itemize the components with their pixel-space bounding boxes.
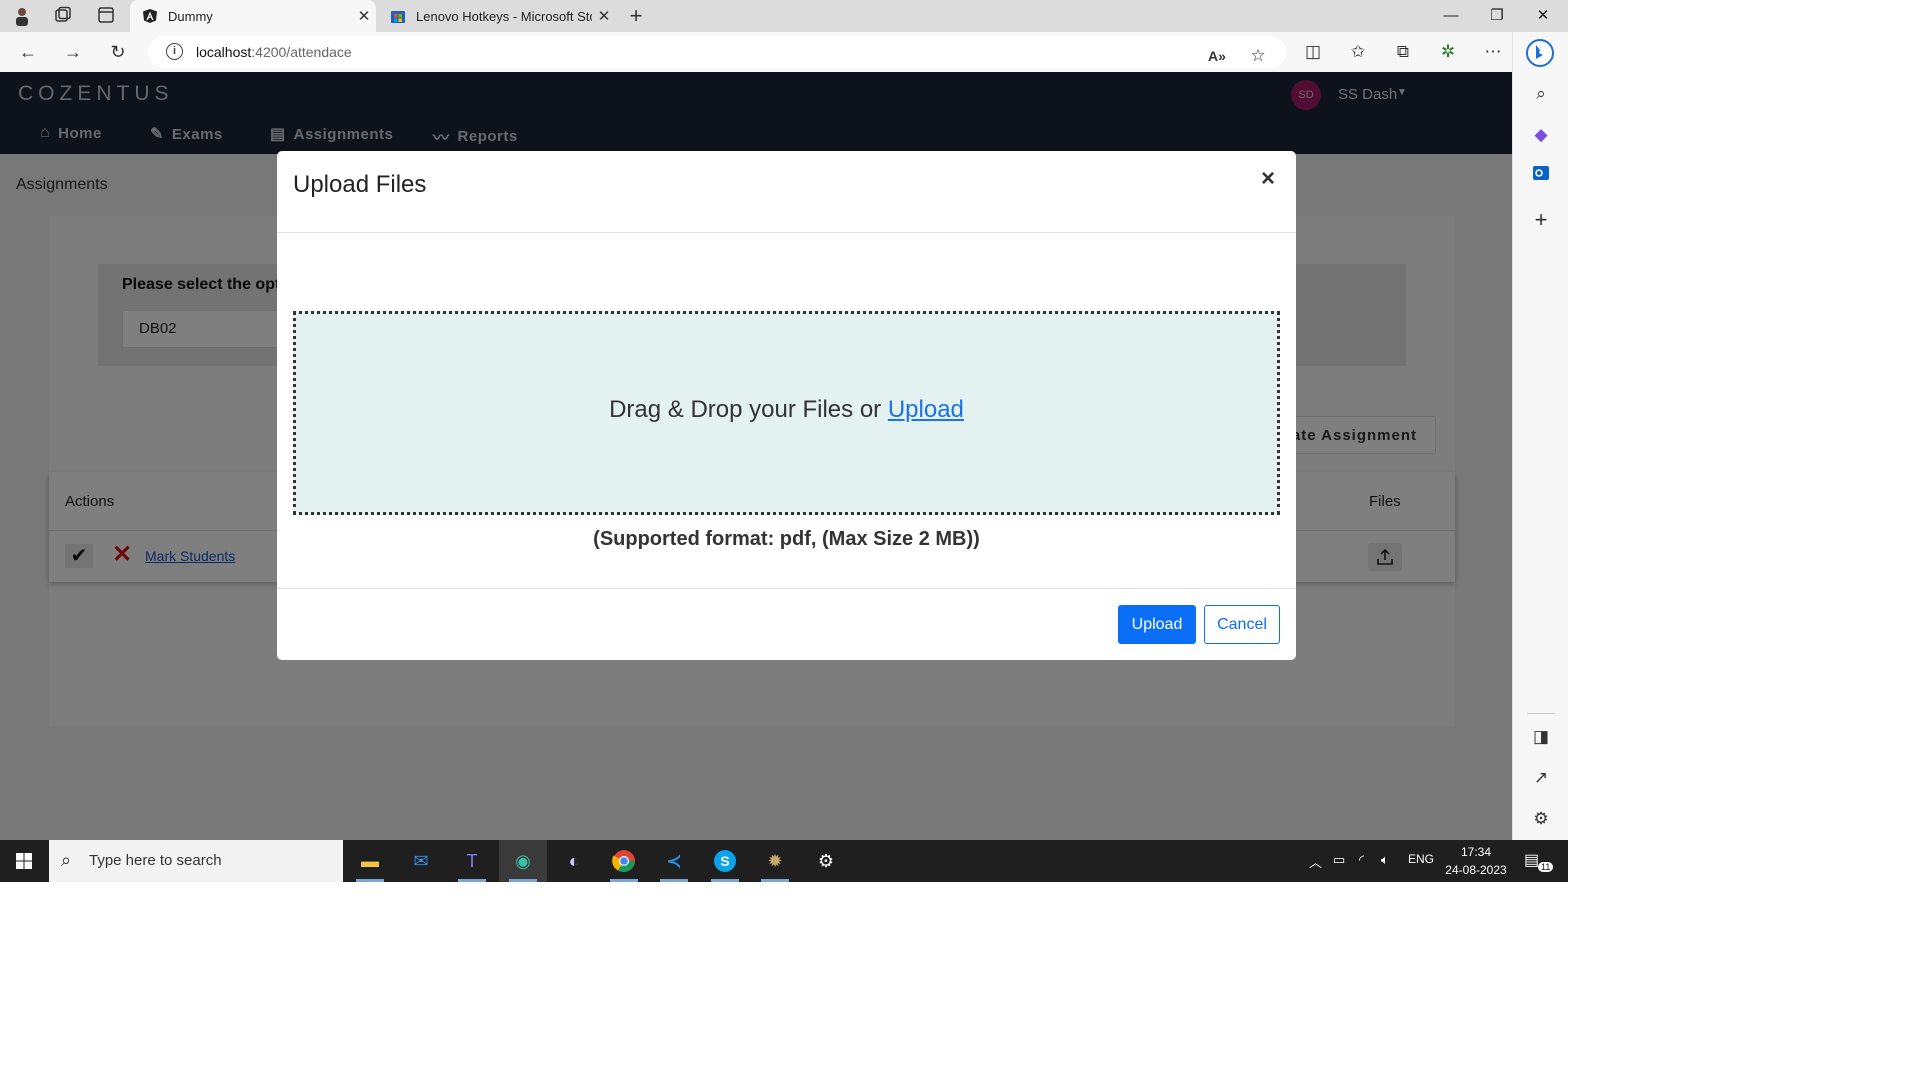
store-icon — [390, 8, 406, 24]
angular-icon — [142, 8, 158, 24]
svg-text:S: S — [720, 853, 729, 869]
dropzone-text: Drag & Drop your Files or Upload — [609, 396, 964, 423]
close-window-icon[interactable]: ✕ — [1520, 0, 1566, 32]
tab-title: Lenovo Hotkeys - Microsoft Store — [416, 8, 592, 24]
notification-badge: 11 — [1538, 862, 1554, 872]
settings-gear-icon[interactable]: ⚙ — [1529, 807, 1553, 831]
eclipse-icon[interactable]: ◐ — [550, 840, 598, 882]
extensions-icon[interactable]: ✲ — [1437, 41, 1459, 63]
url-text: localhost:4200/attendace — [196, 44, 352, 60]
minimize-icon[interactable]: — — [1428, 0, 1474, 32]
skype-icon[interactable]: S — [701, 840, 749, 882]
close-tab-icon[interactable]: ✕ — [592, 7, 616, 25]
close-icon[interactable]: × — [1261, 167, 1275, 191]
language-indicator[interactable]: ENG — [1408, 852, 1434, 866]
workspaces-icon[interactable] — [53, 6, 73, 26]
search-icon: ⌕ — [61, 850, 72, 870]
settings-icon[interactable]: ⚙ — [802, 840, 850, 882]
upload-files-modal: Upload Files × Drag & Drop your Files or… — [277, 151, 1296, 660]
notification-center-icon[interactable]: ▤ — [1524, 850, 1539, 870]
divider — [277, 588, 1296, 589]
mail-icon[interactable]: ✉ — [397, 840, 445, 882]
cancel-button[interactable]: Cancel — [1204, 605, 1280, 644]
app-page: COZENTUS SD SS Dash ▼ ⌂ Home ✎ Exams ▤ A… — [0, 72, 1512, 840]
browser-sidebar: ⌕ ◆ + ◨ ↗ ⚙ — [1512, 32, 1568, 840]
tab-lenovo-hotkeys[interactable]: Lenovo Hotkeys - Microsoft Store ✕ — [378, 0, 616, 32]
bing-copilot-icon[interactable] — [1525, 38, 1555, 68]
search-icon[interactable]: ⌕ — [1529, 82, 1553, 106]
forward-icon[interactable]: → — [61, 40, 85, 64]
restore-icon[interactable]: ❐ — [1474, 0, 1520, 32]
url-input[interactable]: i localhost:4200/attendace A» ☆ — [148, 36, 1286, 68]
split-screen-icon[interactable]: ◫ — [1302, 41, 1324, 63]
taskbar: ⌕ Type here to search ▬ ✉ T ◉ ◐ ≺ S ✹ ⚙ … — [0, 840, 1568, 882]
profile-avatar-icon[interactable] — [12, 6, 32, 26]
volume-icon[interactable]: 🔈︎ — [1381, 852, 1389, 868]
more-menu-icon[interactable]: ⋯ — [1482, 41, 1504, 63]
battery-icon[interactable]: ▭ — [1333, 852, 1345, 868]
outlook-icon[interactable] — [1529, 164, 1553, 188]
chrome-icon[interactable] — [600, 840, 648, 882]
windows-start-icon[interactable] — [0, 840, 48, 882]
file-dropzone[interactable]: Drag & Drop your Files or Upload — [293, 311, 1280, 515]
hide-sidebar-icon[interactable]: ◨ — [1529, 725, 1553, 749]
file-explorer-icon[interactable]: ▬ — [346, 840, 394, 882]
read-aloud-icon[interactable]: A» — [1206, 45, 1228, 67]
taskbar-search-input[interactable]: ⌕ Type here to search — [49, 840, 343, 882]
upload-link[interactable]: Upload — [888, 396, 964, 423]
upload-button[interactable]: Upload — [1118, 605, 1196, 644]
tab-dummy[interactable]: Dummy ✕ — [130, 0, 376, 32]
tab-actions-icon[interactable] — [96, 6, 116, 26]
show-hidden-icons-icon[interactable]: ︿ — [1309, 852, 1322, 871]
add-sidebar-app-icon[interactable]: + — [1529, 208, 1553, 232]
back-icon[interactable]: ← — [16, 40, 40, 64]
site-info-icon[interactable]: i — [166, 43, 183, 60]
supported-format-text: (Supported format: pdf, (Max Size 2 MB)) — [593, 528, 980, 550]
address-bar-row: ← → ↻ i localhost:4200/attendace A» ☆ ◫ … — [0, 32, 1512, 72]
teams-icon[interactable]: T — [448, 840, 496, 882]
new-tab-icon[interactable]: + — [626, 5, 646, 27]
search-placeholder: Type here to search — [89, 852, 222, 869]
clock-date[interactable]: 24-08-2023 — [1440, 863, 1512, 877]
modal-title: Upload Files — [293, 171, 427, 198]
edge-icon[interactable]: ◉ — [499, 840, 547, 882]
app-gear-icon[interactable]: ✹ — [751, 840, 799, 882]
favorites-icon[interactable]: ✩ — [1347, 41, 1369, 63]
browser-tab-bar: Dummy ✕ Lenovo Hotkeys - Microsoft Store… — [0, 0, 1568, 32]
external-link-icon[interactable]: ↗ — [1529, 766, 1553, 790]
clock-time[interactable]: 17:34 — [1448, 845, 1504, 859]
shopping-icon[interactable]: ◆ — [1529, 123, 1553, 147]
wifi-icon[interactable]: ◜ — [1359, 852, 1364, 868]
favorite-star-icon[interactable]: ☆ — [1247, 45, 1269, 67]
sidebar-divider — [1527, 713, 1555, 714]
collections-icon[interactable]: ⧉ — [1392, 41, 1414, 63]
close-tab-icon[interactable]: ✕ — [352, 7, 376, 25]
vscode-icon[interactable]: ≺ — [650, 840, 698, 882]
tab-title: Dummy — [168, 8, 213, 24]
refresh-icon[interactable]: ↻ — [106, 40, 130, 64]
divider — [277, 232, 1296, 233]
